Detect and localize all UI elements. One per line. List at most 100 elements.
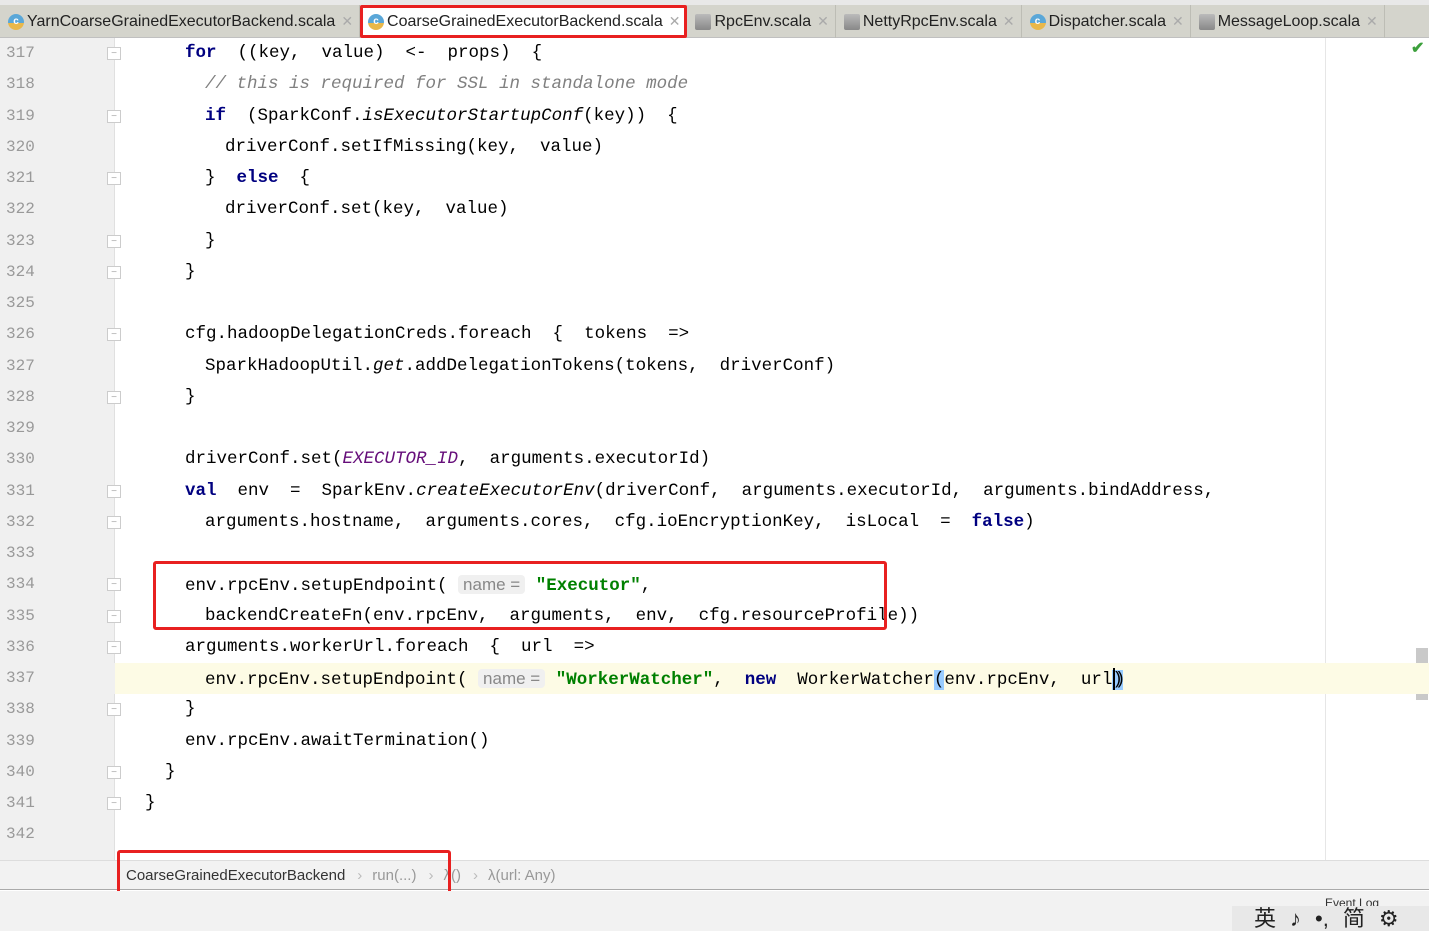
ime-item[interactable]: •, (1315, 906, 1329, 931)
code-line[interactable]: 340 −} (0, 757, 1429, 788)
code-token: .addDelegationTokens(tokens, driverConf) (404, 355, 836, 376)
code-text: } (145, 788, 156, 819)
fold-collapse-icon[interactable]: − (107, 47, 121, 60)
fold-end-icon[interactable]: − (107, 765, 121, 779)
tab-yarncoarsegrainedexecutorbackend[interactable]: c YarnCoarseGrainedExecutorBackend.scala ✕ (0, 5, 361, 38)
code-token: false (971, 511, 1025, 532)
line-number: 332 (6, 512, 35, 531)
editor-tab-bar: c YarnCoarseGrainedExecutorBackend.scala ✕… (0, 5, 1429, 38)
code-line[interactable]: 337 env.rpcEnv.setupEndpoint( name = "Wor… (0, 663, 1429, 694)
fold-end-icon[interactable]: − (107, 609, 121, 623)
code-token: ((key, value) <- props) { (216, 43, 543, 63)
line-number: 319 (6, 106, 35, 125)
fold-collapse-icon[interactable]: − (107, 640, 121, 654)
code-line[interactable]: 328 −} (0, 382, 1429, 413)
fold-collapse-icon[interactable]: − (107, 484, 121, 498)
code-line[interactable]: 338 −} (0, 694, 1429, 725)
scala-class-icon: c (1029, 13, 1046, 30)
line-number: 323 (6, 231, 35, 250)
code-line[interactable]: 322 driverConf.set(key, value) (0, 194, 1429, 225)
code-token: } (205, 168, 237, 188)
line-number: 335 (6, 606, 35, 625)
tab-dispatcher[interactable]: c Dispatcher.scala ✕ (1022, 5, 1191, 38)
line-number: 322 (6, 200, 35, 219)
fold-end-icon[interactable]: − (107, 515, 121, 529)
code-line[interactable]: 319 − if (SparkConf.isExecutorStartupConf(… (0, 101, 1429, 132)
highlight-box-breadcrumb (117, 850, 451, 897)
line-number: 318 (6, 75, 35, 94)
code-text: } (165, 757, 176, 788)
line-number: 339 (6, 731, 35, 750)
code-line[interactable]: 341 −} (0, 788, 1429, 819)
code-token: } (205, 230, 216, 251)
code-token: createExecutorEnv (416, 480, 595, 501)
code-text: env.rpcEnv.setupEndpoint( name = "Worker… (205, 663, 1125, 696)
code-editor[interactable]: ✔ 317− for ((key, value) <- props) {318//… (0, 38, 1429, 860)
breadcrumb-item[interactable]: λ(url: Any) (488, 867, 556, 884)
tab-coarsegrainedexecutorbackend[interactable]: c CoarseGrainedExecutorBackend.scala ✕ (360, 5, 688, 38)
code-token: { (278, 168, 311, 188)
close-icon[interactable]: ✕ (1366, 13, 1378, 30)
fold-end-icon[interactable]: − (107, 390, 121, 404)
fold-collapse-icon[interactable]: − (107, 109, 121, 123)
code-text: driverConf.setIfMissing(key, value) (225, 132, 603, 163)
code-line[interactable]: 342 (0, 819, 1429, 850)
code-token: get (373, 355, 405, 376)
close-icon[interactable]: ✕ (817, 13, 829, 30)
code-line[interactable]: 332 − arguments.hostname, arguments.cores,… (0, 507, 1429, 538)
fold-end-icon[interactable]: − (107, 172, 121, 185)
fold-end-icon[interactable]: − (107, 797, 121, 810)
close-icon[interactable]: ✕ (669, 13, 681, 30)
tab-nettyrpcenv[interactable]: NettyRpcEnv.scala ✕ (836, 5, 1022, 38)
fold-collapse-icon[interactable]: − (107, 328, 121, 342)
code-text: val env = SparkEnv.createExecutorEnv(dri… (185, 476, 1214, 507)
close-icon[interactable]: ✕ (1172, 13, 1184, 30)
tab-rpcenv[interactable]: RpcEnv.scala ✕ (687, 5, 836, 38)
line-number: 342 (6, 825, 35, 844)
code-line[interactable]: 323 −} (0, 226, 1429, 257)
close-icon[interactable]: ✕ (341, 13, 353, 30)
code-line[interactable]: 326 − cfg.hadoopDelegationCreds.foreach { … (0, 319, 1429, 350)
code-token: SparkHadoopUtil. (205, 355, 374, 376)
line-number: 325 (6, 294, 35, 312)
fold-end-icon[interactable]: − (107, 703, 121, 717)
line-number: 340 (6, 762, 35, 781)
close-icon[interactable]: ✕ (1003, 13, 1015, 30)
code-token: env.rpcEnv.awaitTermination() (185, 730, 490, 751)
line-number: 320 (6, 137, 35, 156)
code-text: } (185, 694, 196, 725)
code-token: ) (1114, 670, 1126, 690)
code-line[interactable]: 317 − for ((key, value) <- props) { (0, 38, 1429, 69)
fold-end-icon[interactable]: − (107, 234, 121, 248)
code-token: } (165, 761, 176, 782)
code-token: ) (1024, 511, 1035, 532)
code-line[interactable]: 325 (0, 288, 1429, 319)
code-line[interactable]: 318 // this is required for SSL in standa… (0, 69, 1429, 100)
code-line[interactable]: 327 SparkHadoopUtil.get.addDelegationToke… (0, 351, 1429, 382)
fold-end-icon[interactable]: − (107, 265, 121, 279)
scala-object-icon (1198, 13, 1215, 30)
code-token: } (145, 793, 156, 813)
code-line[interactable]: 331 − val env = SparkEnv.createExecutorEnv… (0, 476, 1429, 507)
code-line[interactable]: 330 driverConf.set(EXECUTOR_ID, arguments… (0, 444, 1429, 475)
code-line[interactable]: 329 (0, 413, 1429, 444)
ime-item[interactable]: 简 (1343, 906, 1365, 931)
fold-collapse-icon[interactable]: − (107, 578, 121, 592)
code-text: } (205, 226, 216, 257)
ime-item[interactable]: ♪ (1290, 906, 1301, 931)
chevron-right-icon: › (472, 866, 478, 884)
ime-item[interactable]: ⚙ (1379, 906, 1399, 931)
ime-item[interactable]: 英 (1254, 906, 1276, 931)
code-token: } (185, 699, 196, 720)
code-line[interactable]: 336 − arguments.workerUrl.foreach { url => (0, 632, 1429, 663)
code-line[interactable]: 324 −} (0, 257, 1429, 288)
code-token: else (236, 168, 279, 188)
code-line[interactable]: 320 driverConf.setIfMissing(key, value) (0, 132, 1429, 163)
code-line[interactable]: 339 env.rpcEnv.awaitTermination() (0, 726, 1429, 757)
code-text: // this is required for SSL in standalon… (205, 69, 688, 100)
code-line[interactable]: 321−} else { (0, 163, 1429, 194)
code-token: "WorkerWatcher" (545, 670, 714, 690)
tab-messageloop[interactable]: MessageLoop.scala ✕ (1191, 5, 1385, 38)
line-number: 341 (6, 794, 35, 812)
line-number: 328 (6, 387, 35, 406)
